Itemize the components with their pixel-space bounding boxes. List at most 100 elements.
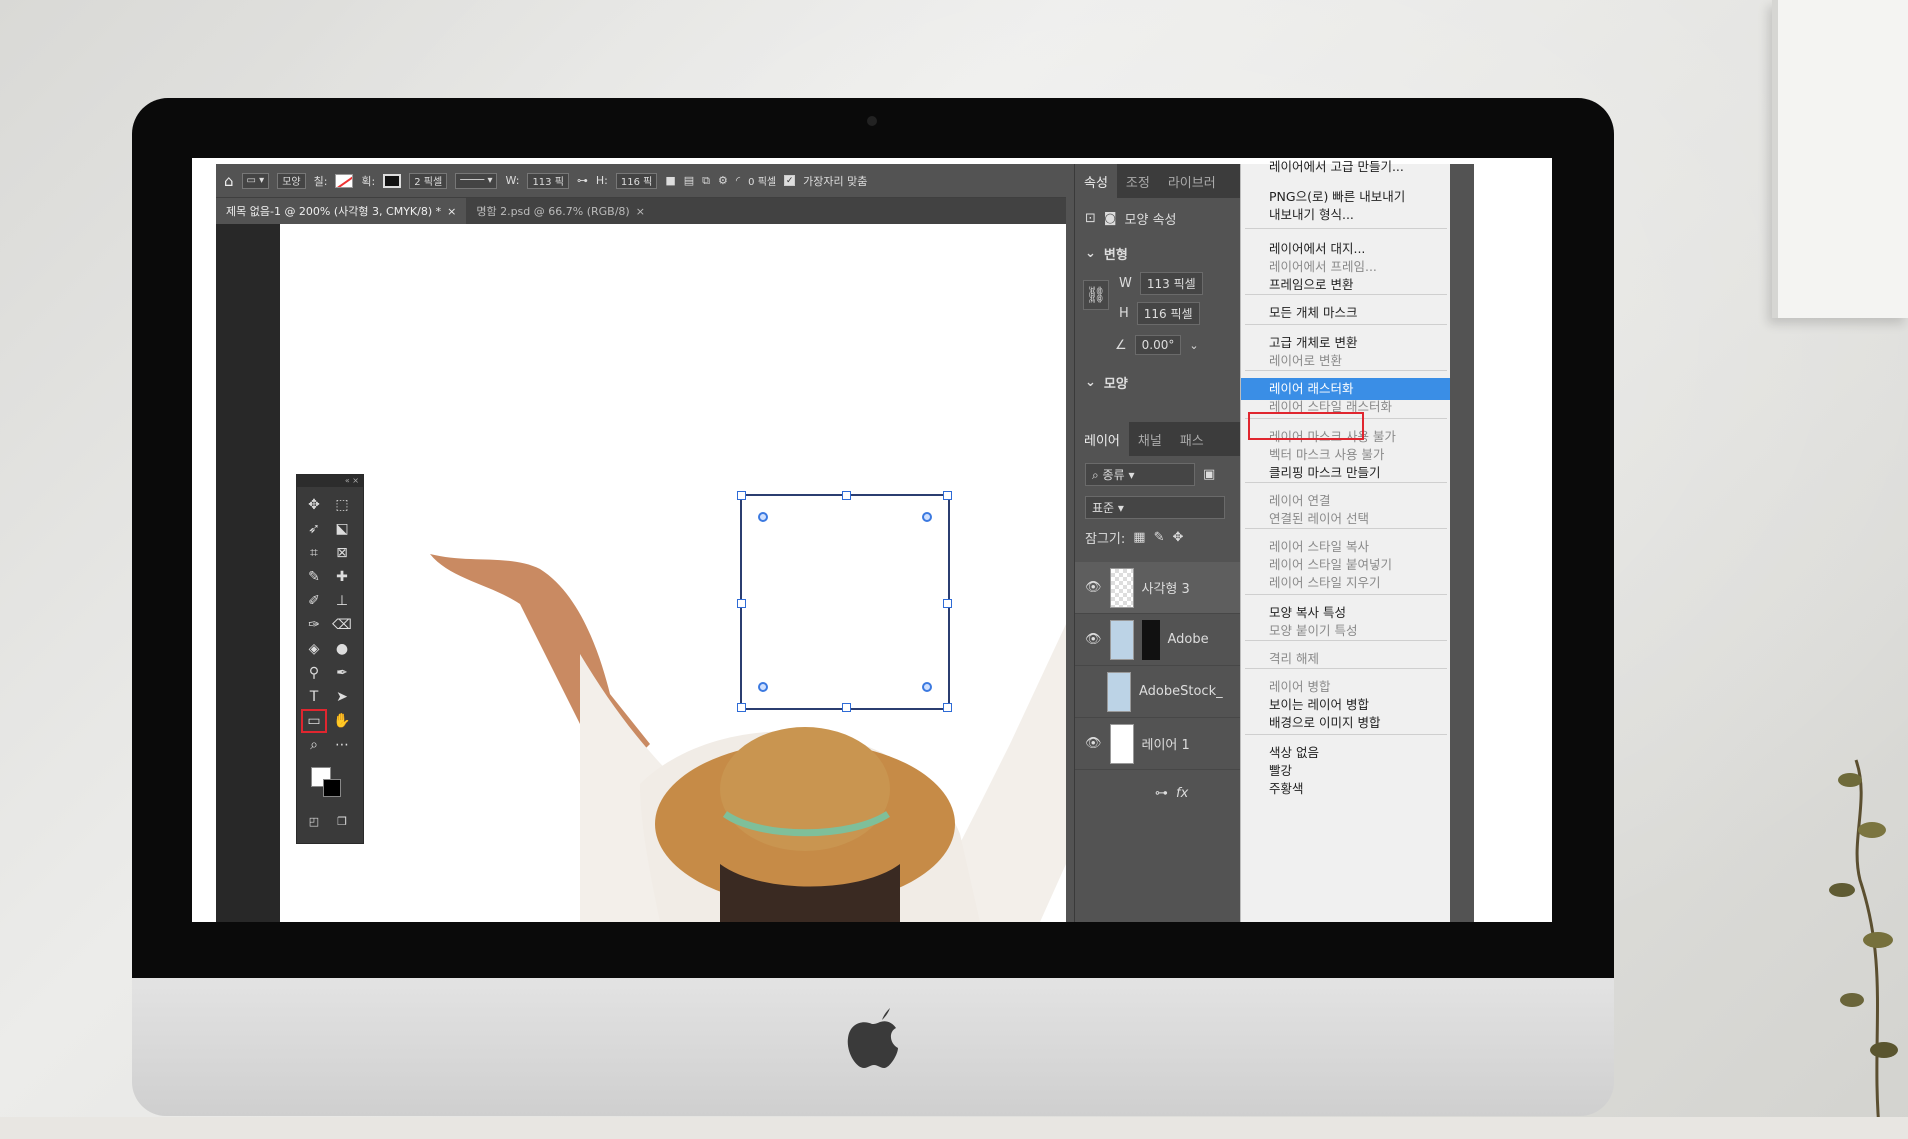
background-color-swatch[interactable] [323,779,341,797]
menu-item[interactable]: 주황색 [1241,778,1451,800]
rectangle-shape[interactable] [737,491,952,712]
eye-icon[interactable]: 👁 [1085,580,1102,595]
menu-item[interactable]: 클리핑 마스크 만들기 [1241,462,1451,484]
type-tool-icon[interactable]: T [303,687,325,707]
transform-title: 변형 [1103,247,1128,263]
tab-paths[interactable]: 패스 [1171,430,1213,449]
path-select-icon[interactable]: ➤ [331,687,353,707]
corner-radius-handle[interactable] [922,682,932,692]
link-icon[interactable]: ⊶ [577,174,588,187]
align-edges-checkbox[interactable]: ✓ [784,175,796,186]
eraser-icon[interactable]: ⌫ [331,615,353,635]
layer-row[interactable]: 👁 Adobe [1075,614,1241,666]
properties-panel: 속성 조정 라이브러 ⊡ ◙ 모양 속성 ⌄ 변형 ⛓ W 113 픽셀 H 1… [1074,164,1241,922]
brush-tool-icon[interactable]: ✐ [303,591,325,611]
corner-radius-handle[interactable] [758,512,768,522]
tab-adjustments[interactable]: 조정 [1117,172,1159,191]
lock-transparency-icon[interactable]: ▦ [1133,530,1145,545]
tab-channels[interactable]: 채널 [1129,430,1171,449]
move-tool-icon[interactable]: ✥ [303,495,325,515]
object-select-icon[interactable]: ⬕ [331,519,353,539]
transform-handle[interactable] [943,703,952,712]
blend-mode-select[interactable]: 표준 ▾ [1085,495,1225,519]
lock-position-icon[interactable]: ✥ [1172,530,1183,545]
panel-scrollbar[interactable] [1450,164,1474,922]
paint-bucket-icon[interactable]: ◈ [303,639,325,659]
screen-mode-icon[interactable]: ❐ [331,811,353,831]
menu-item[interactable]: 내보내기 형식... [1241,204,1451,226]
hand-tool-icon[interactable]: ✋ [331,711,353,731]
eyedropper-icon[interactable]: ✎ [303,567,325,587]
width-input[interactable]: 113 픽 [527,172,569,189]
shape-mode-select[interactable]: 모양 [277,172,306,189]
tab-properties[interactable]: 속성 [1075,164,1117,198]
height-field[interactable]: 116 픽셀 [1136,301,1200,325]
angle-field[interactable]: 0.00° [1134,335,1182,355]
path-alignment-icon[interactable]: ▤ [684,174,694,187]
dodge-tool-icon[interactable]: ⚲ [303,663,325,683]
stroke-swatch[interactable] [383,173,402,188]
frame-tool-icon[interactable]: ⊠ [331,543,353,563]
blur-tool-icon[interactable]: ● [331,639,353,659]
home-icon[interactable]: ⌂ [224,172,234,190]
document-canvas[interactable] [280,224,1066,922]
menu-item[interactable]: 프레임으로 변환 [1241,274,1451,296]
shape-section-header[interactable]: ⌄ 모양 [1075,362,1240,402]
more-tools-icon[interactable]: ⋯ [331,735,353,755]
link-dimensions-icon[interactable]: ⛓ [1083,280,1109,310]
layer-row[interactable]: 👁 레이어 1 [1075,718,1241,770]
gear-icon[interactable]: ⚙ [718,174,728,187]
layer-row[interactable]: AdobeStock_ [1075,666,1241,718]
path-arrangement-icon[interactable]: ⧉ [702,174,710,188]
link-layers-icon[interactable]: ⊶ [1155,786,1168,801]
fill-swatch[interactable] [335,173,354,188]
corner-radius-handle[interactable] [758,682,768,692]
transform-handle[interactable] [943,491,952,500]
image-filter-icon[interactable]: ▣ [1203,467,1215,482]
path-operations-icon[interactable]: ■ [665,174,675,187]
transform-handle[interactable] [943,599,952,608]
stamp-tool-icon[interactable]: ⊥ [331,591,353,611]
shape-tool-preset[interactable]: ▭ ▾ [241,172,270,189]
transform-section-header[interactable]: ⌄ 변형 [1075,238,1240,268]
tab-document-2[interactable]: 명함 2.psd @ 66.7% (RGB/8) × [466,198,655,224]
lock-pixels-icon[interactable]: ✎ [1154,530,1165,545]
tab-layers[interactable]: 레이어 [1075,422,1129,456]
close-icon[interactable]: × [636,205,645,218]
transform-handle[interactable] [842,703,851,712]
layer-filter-select[interactable]: ⌕ 종류 ▾ [1085,462,1195,486]
marquee-tool-icon[interactable]: ⬚ [331,495,353,515]
menu-item[interactable]: 모든 개체 마스크 [1241,302,1451,324]
corner-radius-handle[interactable] [922,512,932,522]
fx-icon[interactable]: fx [1176,786,1188,801]
w-label: W [1119,275,1132,291]
eye-icon[interactable]: 👁 [1085,632,1102,647]
layer-thumbnail [1107,671,1131,712]
height-input[interactable]: 116 픽 [615,172,658,189]
transform-handle[interactable] [737,703,746,712]
tab-libraries[interactable]: 라이브러 [1159,172,1225,191]
tab-document-1[interactable]: 제목 없음-1 @ 200% (사각형 3, CMYK/8) * × [216,198,467,224]
layer-name: AdobeStock_ [1139,684,1223,699]
menu-item[interactable]: 레이어에서 고급 만들기... [1241,158,1451,178]
eye-icon[interactable]: 👁 [1085,736,1102,751]
menu-item[interactable]: 배경으로 이미지 병합 [1241,712,1451,734]
transform-handle[interactable] [737,599,746,608]
quick-mask-icon[interactable]: ◰ [303,811,325,831]
stroke-type-select[interactable]: ──── ▾ [455,172,498,189]
zoom-tool-icon[interactable]: ⌕ [303,735,325,755]
toolbox-header[interactable]: « × [297,475,363,487]
history-brush-icon[interactable]: ✑ [303,615,325,635]
close-icon[interactable]: × [447,205,456,218]
pen-tool-icon[interactable]: ✒ [331,663,353,683]
transform-handle[interactable] [842,491,851,500]
transform-handle[interactable] [737,491,746,500]
chevron-down-icon[interactable]: ⌄ [1189,339,1198,352]
lasso-tool-icon[interactable]: ➶ [303,519,325,539]
healing-brush-icon[interactable]: ✚ [331,567,353,587]
corner-radius-input[interactable]: 0 픽셀 [748,173,776,188]
width-field[interactable]: 113 픽셀 [1139,271,1203,295]
layer-row[interactable]: 👁 사각형 3 [1075,562,1241,614]
stroke-width-input[interactable]: 2 픽셀 [409,172,448,189]
crop-tool-icon[interactable]: ⌗ [303,543,325,563]
